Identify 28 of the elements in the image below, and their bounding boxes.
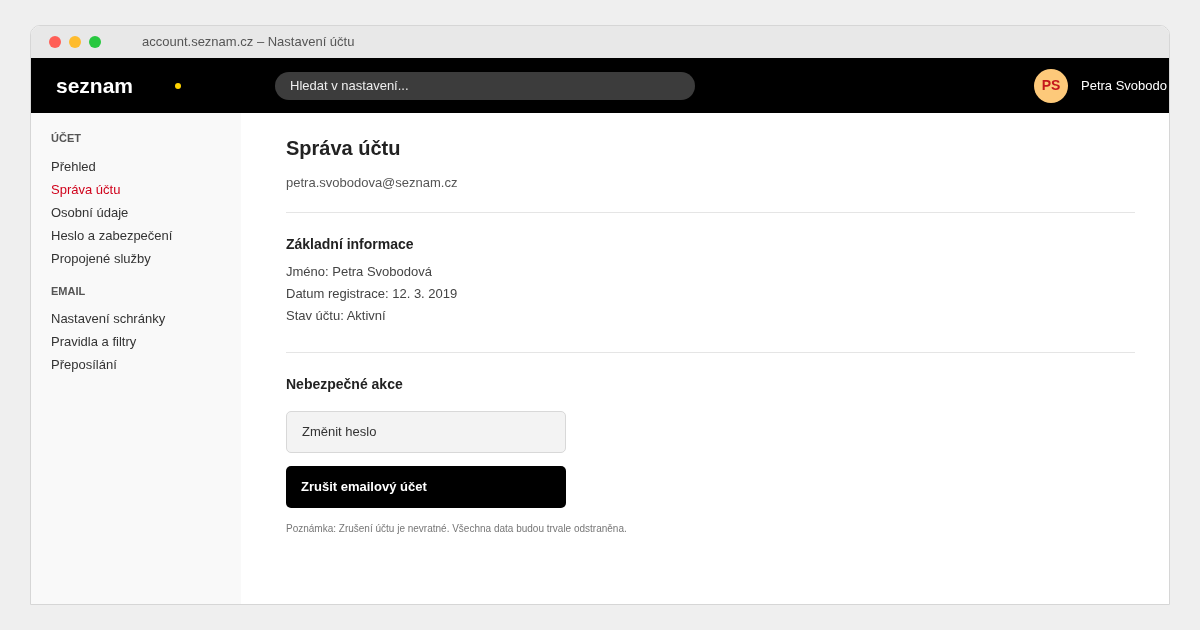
sidebar-item[interactable]: Pravidla a filtry <box>51 332 241 355</box>
sidebar-item[interactable]: Správa účtu <box>51 179 241 203</box>
info-line: Datum registrace: 12. 3. 2019 <box>286 284 459 303</box>
info-line: Stav účtu: Aktivní <box>286 306 387 325</box>
minimize-button[interactable] <box>69 36 81 48</box>
sidebar-item[interactable]: Osobní údaje <box>51 202 241 226</box>
avatar[interactable]: PS <box>1034 68 1068 103</box>
account-email: petra.svobodova@seznam.cz <box>286 174 459 192</box>
section-heading: ÚČET <box>51 131 82 146</box>
section-heading: Nebezpečné akce <box>286 374 404 394</box>
warning-note: Poznámka: Zrušení účtu je nevratné. Všechna data budou trvale odstraněna. <box>286 521 628 536</box>
section-heading: Základní informace <box>286 234 415 254</box>
sidebar-item[interactable]: Přeposílání <box>51 355 241 378</box>
window-title: account.seznam.cz – Nastavení účtu <box>142 33 355 52</box>
page-title: Správa účtu <box>286 136 402 161</box>
logo: seznam <box>56 72 134 99</box>
sidebar-item[interactable]: Heslo a zabezpečení <box>51 225 241 249</box>
sidebar-item[interactable]: Propojené služby <box>51 248 241 272</box>
info-line: Jméno: Petra Svobodová <box>286 262 433 281</box>
sidebar-item[interactable]: Nastavení schránky <box>51 309 241 332</box>
delete-account-button[interactable]: Zrušit emailový účet <box>286 465 566 508</box>
user-name[interactable]: Petra Svobodo <box>1081 75 1167 96</box>
sidebar-item[interactable]: Přehled <box>51 156 241 180</box>
section-heading: EMAIL <box>51 283 87 299</box>
maximize-button[interactable] <box>89 36 101 48</box>
change-password-button[interactable]: Změnit heslo <box>286 410 566 453</box>
search-field[interactable]: Hledat v nastavení... <box>275 71 696 100</box>
close-button[interactable] <box>49 36 61 48</box>
